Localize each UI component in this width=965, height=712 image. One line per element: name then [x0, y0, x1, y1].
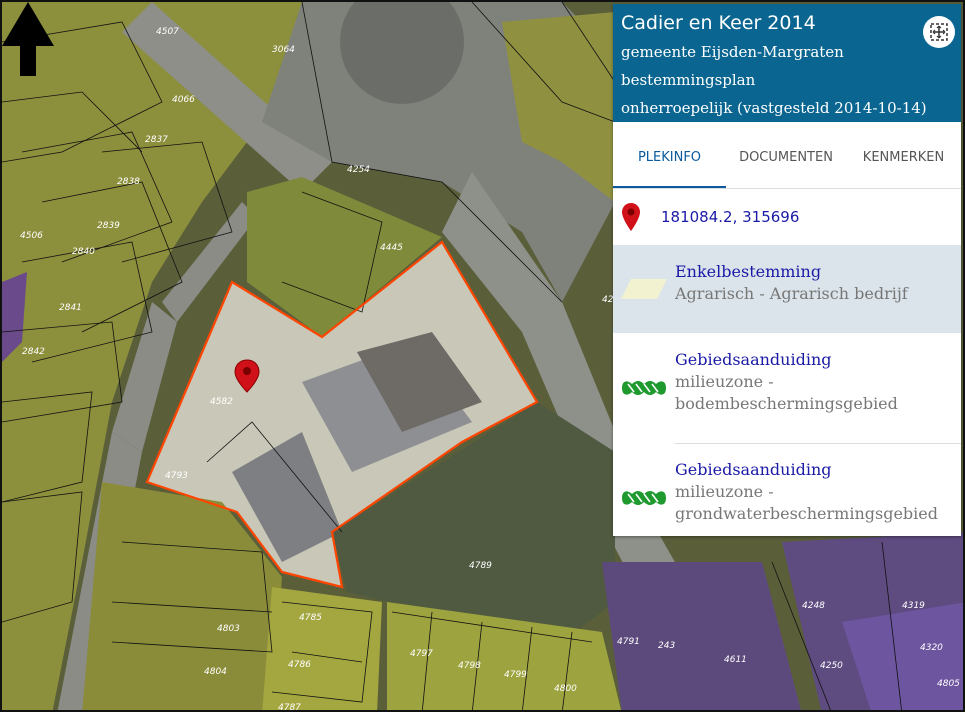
milieuzone-swatch-icon — [622, 381, 666, 395]
parcel-label: 4250 — [820, 661, 843, 671]
item-subtitle: Agrarisch - Agrarisch bedrijf — [675, 284, 908, 303]
parcel-label: 4507 — [156, 27, 179, 37]
divider — [675, 443, 961, 444]
parcel-label: 4582 — [210, 397, 233, 407]
parcel-label: 4785 — [299, 613, 322, 623]
item-title[interactable]: Gebiedsaanduiding — [675, 349, 898, 371]
parcel-label: 2840 — [72, 247, 95, 257]
parcel-label: 2842 — [22, 347, 45, 357]
tab-kenmerken[interactable]: KENMERKEN — [846, 122, 961, 188]
parcel-label: 3064 — [272, 45, 295, 55]
parcel-label: 4789 — [469, 561, 492, 571]
tab-plekinfo[interactable]: PLEKINFO — [613, 122, 726, 188]
parcel-label: 4611 — [724, 655, 747, 665]
map-pin-icon — [622, 203, 640, 231]
parcel-label: 4798 — [458, 661, 481, 671]
item-title[interactable]: Gebiedsaanduiding — [675, 459, 938, 481]
plan-status: onherroepelijk (vastgesteld 2014-10-14) — [621, 99, 927, 117]
parcel-label: 4804 — [204, 667, 227, 677]
item-title[interactable]: Enkelbestemming — [675, 261, 908, 283]
parcel-label: 4803 — [217, 624, 240, 634]
plan-title: Cadier en Keer 2014 — [621, 12, 816, 34]
item-subtitle: milieuzone - — [675, 372, 774, 391]
list-item-enkelbestemming[interactable]: Enkelbestemming Agrarisch - Agrarisch be… — [613, 245, 961, 333]
parcel-label: 2841 — [59, 303, 82, 313]
list-item-gebiedsaanduiding-grondwater[interactable]: Gebiedsaanduiding milieuzone - grondwate… — [613, 443, 961, 553]
parcel-label: 4319 — [902, 601, 925, 611]
parcel-label: 4254 — [347, 165, 370, 175]
parcel-label: 4791 — [617, 637, 640, 647]
expand-icon — [930, 23, 948, 41]
parcel-label: 4793 — [165, 471, 188, 481]
parcel-label: 4797 — [410, 649, 433, 659]
panel-header: Cadier en Keer 2014 gemeente Eijsden-Mar… — [613, 4, 961, 122]
parcel-label: 4799 — [504, 670, 527, 680]
parcel-label: 4445 — [380, 243, 403, 253]
tab-documenten[interactable]: DOCUMENTEN — [726, 122, 846, 188]
parcel-label: 4787 — [278, 703, 301, 712]
parcel-label: 4066 — [172, 95, 195, 105]
item-subtitle: grondwaterbeschermingsgebied — [675, 504, 938, 523]
north-arrow-icon — [2, 2, 54, 76]
panel-tabs: PLEKINFO DOCUMENTEN KENMERKEN — [613, 122, 961, 189]
coordinates[interactable]: 181084.2, 315696 — [661, 208, 799, 226]
parcel-label: 4786 — [288, 660, 311, 670]
item-subtitle: milieuzone - — [675, 482, 774, 501]
item-subtitle: bodembeschermingsgebied — [675, 394, 898, 413]
parcel-label: 4506 — [20, 231, 43, 241]
parcel-label: 4805 — [937, 679, 960, 689]
municipality: gemeente Eijsden-Margraten — [621, 43, 844, 61]
parcel-label: 2837 — [145, 135, 168, 145]
parcel-label: 4248 — [802, 601, 825, 611]
agrarisch-swatch-icon — [621, 279, 667, 299]
list-item-gebiedsaanduiding-bodem[interactable]: Gebiedsaanduiding milieuzone - bodembesc… — [613, 333, 961, 443]
plan-type: bestemmingsplan — [621, 71, 756, 89]
parcel-label: 243 — [658, 641, 675, 651]
parcel-label: 4800 — [554, 684, 577, 694]
parcel-label: 2838 — [117, 177, 140, 187]
parcel-label: 4320 — [920, 643, 943, 653]
info-panel: Cadier en Keer 2014 gemeente Eijsden-Mar… — [613, 4, 961, 536]
location-row: 181084.2, 315696 — [613, 189, 961, 245]
parcel-label: 2839 — [97, 221, 120, 231]
expand-button[interactable] — [923, 16, 955, 48]
milieuzone-swatch-icon — [622, 491, 666, 505]
